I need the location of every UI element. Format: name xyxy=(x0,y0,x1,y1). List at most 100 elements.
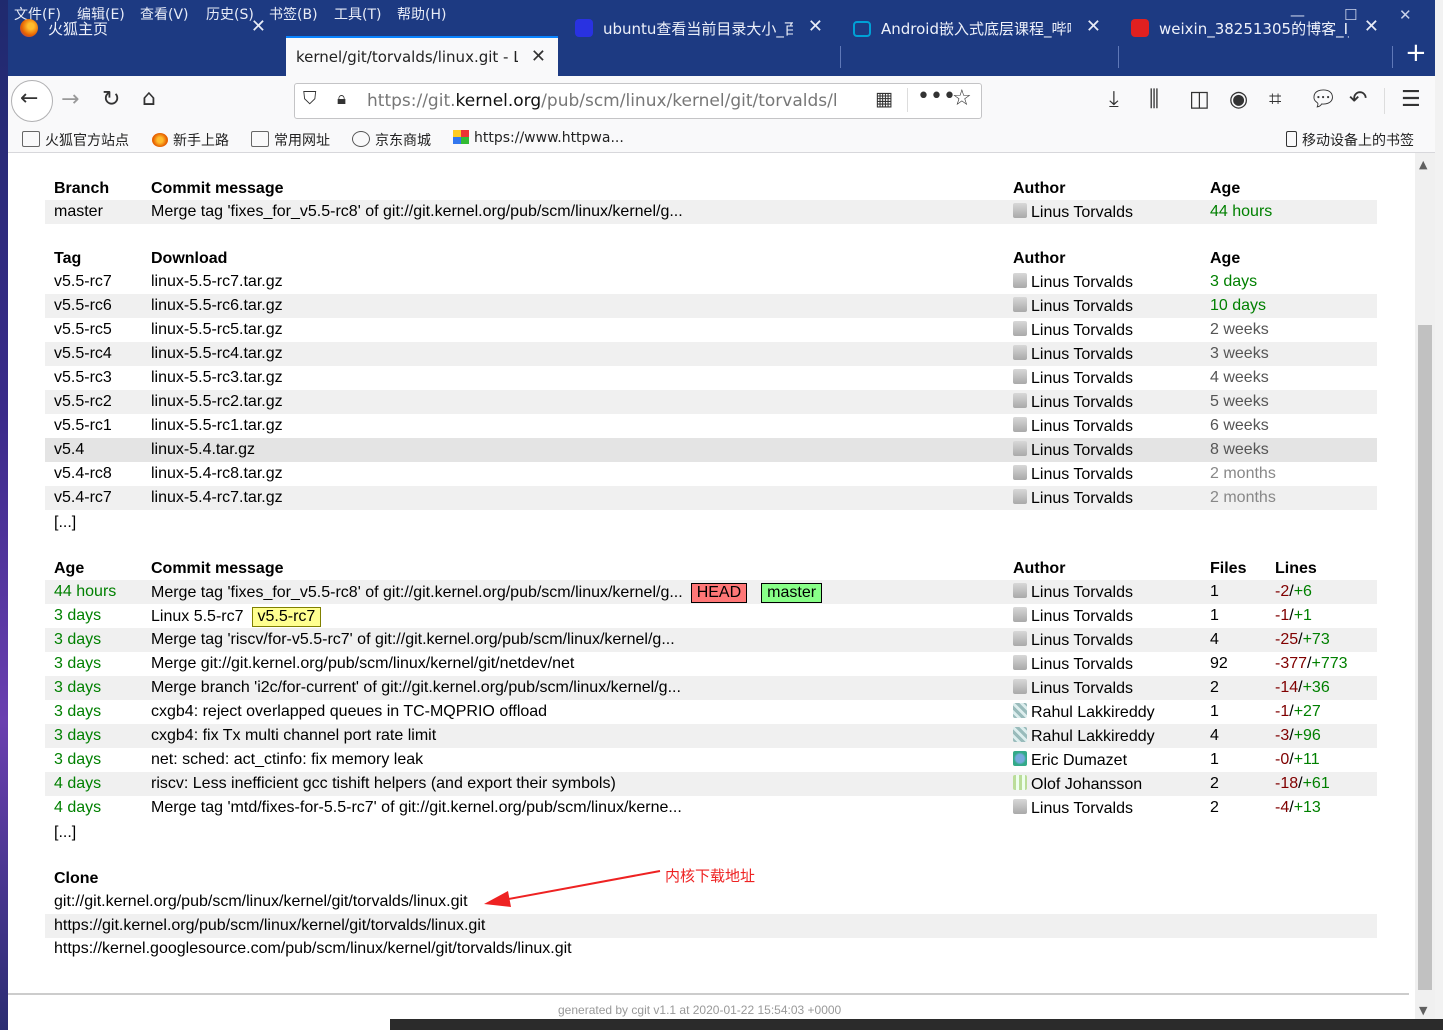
clone-title: Clone xyxy=(54,870,99,887)
commit-link[interactable]: Linux 5.5-rc7 xyxy=(151,608,244,625)
download-link[interactable]: linux-5.5-rc6.tar.gz xyxy=(151,297,283,315)
close-tab-icon[interactable]: ✕ xyxy=(1364,16,1379,37)
clone-url-row: https://git.kernel.org/pub/scm/linux/ker… xyxy=(45,914,1377,938)
qr-code-icon[interactable]: ▦ xyxy=(875,88,893,110)
ref-decoration[interactable]: HEAD xyxy=(690,583,748,603)
commit-link[interactable]: Merge branch 'i2c/for-current' of git://… xyxy=(151,679,681,696)
download-link[interactable]: linux-5.5-rc2.tar.gz xyxy=(151,393,283,411)
menu-help[interactable]: 帮助(H) xyxy=(397,4,446,24)
menu-tools[interactable]: 工具(T) xyxy=(334,4,381,24)
ref-decoration[interactable]: v5.5-rc7 xyxy=(251,607,322,627)
author: Linus Torvalds xyxy=(1013,583,1133,602)
shield-icon[interactable]: ⛉ xyxy=(303,88,317,109)
reload-button[interactable]: ↻ xyxy=(102,87,120,112)
commit-link[interactable]: Merge tag 'fixes_for_v5.5-rc8' of git://… xyxy=(151,203,683,221)
more-link[interactable]: [...] xyxy=(54,514,76,532)
bookmark-star-icon[interactable]: ☆ xyxy=(952,86,972,111)
clone-url-googlesource[interactable]: https://kernel.googlesource.com/pub/scm/… xyxy=(54,940,572,958)
ref-decoration[interactable]: master xyxy=(761,583,823,603)
close-tab-icon[interactable]: ✕ xyxy=(531,46,546,67)
url-bar[interactable]: ⛉ 🔒︎ https://git.kernel.org/pub/scm/linu… xyxy=(294,83,982,119)
close-tab-icon[interactable]: ✕ xyxy=(1086,16,1101,37)
download-link[interactable]: linux-5.5-rc4.tar.gz xyxy=(151,345,283,363)
close-tab-icon[interactable]: ✕ xyxy=(251,16,266,37)
lines-changed: -1/+1 xyxy=(1275,607,1312,624)
mobile-bookmarks[interactable]: 移动设备上的书签 xyxy=(1286,130,1414,150)
tab-ubuntu-baidu[interactable]: ubuntu查看当前目录大小_百度 ✕ xyxy=(563,8,835,48)
close-window-button[interactable]: ✕ xyxy=(1399,6,1412,24)
commit-link[interactable]: Merge tag 'mtd/fixes-for-5.5-rc7' of git… xyxy=(151,799,682,816)
col-download: Download xyxy=(151,250,228,267)
tab-bilibili[interactable]: Android嵌入式底层课程_哔哩 ✕ xyxy=(841,8,1113,48)
home-icon[interactable]: ⌂ xyxy=(142,86,156,111)
bookmark-httpwatch[interactable]: https://www.httpwa... xyxy=(453,130,624,146)
bookmark-getting-started[interactable]: 新手上路 xyxy=(152,130,229,150)
scroll-up-icon[interactable]: ▲ xyxy=(1419,158,1427,171)
download-link[interactable]: linux-5.5-rc1.tar.gz xyxy=(151,417,283,435)
commit-link[interactable]: cxgb4: fix Tx multi channel port rate li… xyxy=(151,727,436,744)
back-arrow-icon: ← xyxy=(20,86,39,111)
tag-link[interactable]: v5.5-rc2 xyxy=(54,393,112,411)
annotation-label: 内核下载地址 xyxy=(665,867,756,885)
tag-link[interactable]: v5.5-rc4 xyxy=(54,345,112,363)
tag-link[interactable]: v5.5-rc3 xyxy=(54,369,112,387)
download-link[interactable]: linux-5.5-rc3.tar.gz xyxy=(151,369,283,387)
tab-csdn-blog[interactable]: weixin_38251305的博客_I_T_ ✕ xyxy=(1119,8,1391,48)
age: 3 days xyxy=(54,703,102,720)
bookmark-folder-common[interactable]: 常用网址 xyxy=(251,130,330,150)
download-link[interactable]: linux-5.4-rc7.tar.gz xyxy=(151,489,283,507)
clone-url-git[interactable]: git://git.kernel.org/pub/scm/linux/kerne… xyxy=(54,893,468,911)
hamburger-menu-icon[interactable]: ☰ xyxy=(1401,87,1421,112)
author: Linus Torvalds xyxy=(1013,679,1133,698)
col-branch: Branch xyxy=(54,180,110,197)
chat-icon[interactable]: 💬︎ xyxy=(1309,87,1337,112)
scroll-down-icon[interactable]: ▼ xyxy=(1419,1004,1427,1017)
tag-link[interactable]: v5.5-rc6 xyxy=(54,297,112,315)
commit-link[interactable]: Merge git://git.kernel.org/pub/scm/linux… xyxy=(151,655,574,672)
tab-kernel-git[interactable]: kernel/git/torvalds/linux.git - Lin ✕ xyxy=(286,36,558,78)
library-icon[interactable]: ⫼ xyxy=(1149,87,1159,112)
author: Linus Torvalds xyxy=(1013,489,1133,508)
close-tab-icon[interactable]: ✕ xyxy=(808,16,823,37)
new-tab-button[interactable]: + xyxy=(1405,38,1427,68)
download-link[interactable]: linux-5.5-rc7.tar.gz xyxy=(151,273,283,291)
lock-icon[interactable]: 🔒︎ xyxy=(337,89,346,109)
page-actions-icon[interactable]: ••• xyxy=(917,84,956,109)
author: Rahul Lakkireddy xyxy=(1013,703,1155,722)
commit-link[interactable]: cxgb4: reject overlapped queues in TC-MQ… xyxy=(151,703,547,720)
tab-title: weixin_38251305的博客_I_T_ xyxy=(1159,20,1349,38)
commit-link[interactable]: Merge tag 'riscv/for-v5.5-rc7' of git://… xyxy=(151,631,675,648)
account-icon[interactable]: ◉ xyxy=(1229,87,1248,112)
author: Linus Torvalds xyxy=(1013,369,1133,388)
clone-url-https[interactable]: https://git.kernel.org/pub/scm/linux/ker… xyxy=(54,917,485,935)
forward-button[interactable]: → xyxy=(61,87,79,112)
commit-link[interactable]: Merge tag 'fixes_for_v5.5-rc8' of git://… xyxy=(151,584,683,601)
back-button[interactable]: ← xyxy=(11,80,53,122)
tag-link[interactable]: v5.5-rc1 xyxy=(54,417,112,435)
tag-link[interactable]: v5.4-rc8 xyxy=(54,465,112,483)
screenshot-icon[interactable]: ⌗ xyxy=(1269,87,1281,112)
scrollbar-thumb[interactable] xyxy=(1418,325,1432,990)
tab-firefox-home[interactable]: 火狐主页 ✕ xyxy=(8,8,278,48)
tag-link[interactable]: v5.5-rc5 xyxy=(54,321,112,339)
bookmark-folder-firefox[interactable]: 火狐官方站点 xyxy=(22,130,129,150)
download-link[interactable]: linux-5.4.tar.gz xyxy=(151,441,255,459)
tag-table-header: Tag Download Author Age xyxy=(45,247,1377,271)
vertical-scrollbar[interactable]: ▲ ▼ xyxy=(1415,153,1435,1019)
avatar xyxy=(1013,203,1027,218)
commit-link[interactable]: net: sched: act_ctinfo: fix memory leak xyxy=(151,751,423,768)
download-link[interactable]: linux-5.5-rc5.tar.gz xyxy=(151,321,283,339)
bookmark-jd[interactable]: 京东商城 xyxy=(352,130,431,150)
undo-icon[interactable]: ↶ xyxy=(1349,87,1367,112)
sidebar-icon[interactable]: ◫ xyxy=(1189,87,1210,112)
tag-link[interactable]: v5.4 xyxy=(54,441,84,459)
url-text[interactable]: https://git.kernel.org/pub/scm/linux/ker… xyxy=(367,91,841,111)
download-link[interactable]: linux-5.4-rc8.tar.gz xyxy=(151,465,283,483)
log-row: 3 days Merge tag 'riscv/for-v5.5-rc7' of … xyxy=(45,628,1377,652)
branch-link[interactable]: master xyxy=(54,203,103,221)
tag-link[interactable]: v5.4-rc7 xyxy=(54,489,112,507)
more-link[interactable]: [...] xyxy=(54,824,76,842)
tag-link[interactable]: v5.5-rc7 xyxy=(54,273,112,291)
commit-link[interactable]: riscv: Less inefficient gcc tishift help… xyxy=(151,775,616,792)
downloads-icon[interactable]: ⤓ xyxy=(1109,87,1119,112)
